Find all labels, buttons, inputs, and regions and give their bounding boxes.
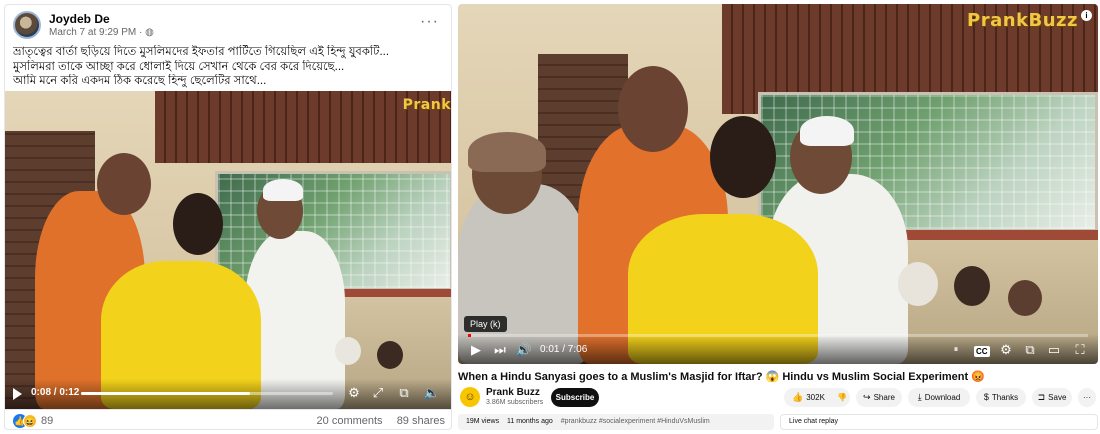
autoplay-toggle-icon[interactable]: ⏸: [946, 344, 966, 355]
background-person: [377, 341, 403, 369]
globe-icon: · ◍: [139, 27, 154, 38]
video-progress-bar[interactable]: [81, 392, 333, 395]
more-actions-icon[interactable]: ···: [1078, 388, 1096, 407]
background-person: [335, 337, 361, 365]
post-header: Joydeb De March 7 at 9:29 PM · ◍ ···: [13, 11, 445, 41]
download-label: Download: [924, 393, 961, 402]
video-time: 0:01 / 7:06: [540, 344, 588, 355]
play-icon[interactable]: [13, 388, 22, 400]
save-button[interactable]: ⊐ Save: [1032, 388, 1072, 407]
upload-age: 11 months ago: [506, 418, 553, 425]
author-avatar[interactable]: [13, 11, 41, 39]
caption-line: মুসলিমরা তাকে আচ্ছা করে ধোলাই দিয়ে সেখা…: [13, 60, 345, 73]
volume-icon[interactable]: 🔊: [514, 342, 534, 358]
person-head: [173, 193, 223, 255]
info-icon[interactable]: i: [1081, 10, 1092, 21]
comparison-screenshot: Joydeb De March 7 at 9:29 PM · ◍ ··· ভ্র…: [0, 0, 1100, 434]
prayer-cap: [468, 132, 546, 172]
facebook-video-player[interactable]: Prank 0:08 / 0:12 ⚙ ⤢ ⧉ 🔈: [5, 91, 451, 409]
post-timestamp[interactable]: March 7 at 9:29 PM · ◍: [49, 27, 154, 38]
subscriber-count: 3.86M subscribers: [486, 399, 544, 406]
caption-line: ভ্রাতৃত্বের বার্তা ছড়িয়ে দিতে মুসলিমদে…: [13, 46, 390, 58]
settings-icon[interactable]: ⚙: [996, 342, 1016, 358]
thumbs-up-icon[interactable]: 👍: [792, 392, 803, 402]
channel-row: ☺ Prank Buzz 3.86M subscribers Subscribe…: [458, 386, 1098, 410]
thanks-button[interactable]: $ Thanks: [976, 388, 1026, 407]
fullscreen-icon[interactable]: ⤢: [369, 385, 387, 401]
description-box[interactable]: 19M views 11 months ago #prankbuzz #soci…: [458, 414, 774, 430]
next-icon[interactable]: ⏭: [490, 342, 510, 358]
video-progress-fill: [81, 392, 250, 395]
video-time: 0:08 / 0:12: [31, 387, 80, 398]
share-button[interactable]: ↪ Share: [856, 388, 902, 407]
haha-icon[interactable]: 😆: [23, 414, 37, 428]
channel-avatar[interactable]: ☺: [460, 387, 480, 407]
download-icon: ⤓: [917, 392, 922, 402]
post-stats: 20 comments 89 shares: [317, 415, 445, 427]
bookmark-icon: ⊐: [1037, 392, 1046, 402]
share-label: Share: [873, 393, 895, 402]
video-controls: ▶ ⏭ 🔊 0:01 / 7:06 ⏸ CC ⚙ ⧉ ▭ ⛶: [458, 334, 1098, 364]
video-watermark: PrankBuzz: [967, 10, 1078, 31]
like-count: 302K: [806, 393, 825, 402]
hashtags[interactable]: #prankbuzz #socialexperiment #HinduVsMus…: [561, 418, 710, 425]
cc-icon[interactable]: CC: [974, 346, 990, 357]
post-date[interactable]: March 7 at 9:29 PM: [49, 27, 136, 38]
subscribe-button[interactable]: Subscribe: [551, 388, 599, 407]
miniplayer-icon[interactable]: ⧉: [1020, 342, 1040, 358]
post-caption: ভ্রাতৃত্বের বার্তা ছড়িয়ে দিতে মুসলিমদে…: [13, 45, 445, 89]
video-progress-fill: [468, 334, 472, 337]
volume-icon[interactable]: 🔈: [423, 385, 441, 401]
channel-name[interactable]: Prank Buzz: [486, 387, 540, 398]
video-watermark: Prank: [402, 97, 451, 113]
video-title: When a Hindu Sanyasi goes to a Muslim's …: [458, 371, 985, 383]
person-head: [97, 153, 151, 215]
like-dislike-button[interactable]: 👍 302K 👎: [784, 388, 850, 407]
theater-icon[interactable]: ▭: [1044, 342, 1064, 358]
thanks-icon: $: [983, 392, 989, 402]
settings-icon[interactable]: ⚙: [345, 385, 363, 401]
video-progress-bar[interactable]: [468, 334, 1088, 337]
shares-count[interactable]: 89 shares: [397, 415, 445, 427]
play-tooltip: Play (k): [464, 316, 507, 332]
author-name[interactable]: Joydeb De: [49, 12, 110, 26]
background-person: [954, 266, 990, 306]
reaction-count[interactable]: 89: [41, 415, 53, 427]
person-head: [710, 116, 776, 198]
post-footer: 👍 😆 89 20 comments 89 shares: [5, 409, 451, 429]
person-head: [618, 66, 688, 152]
background-person: [1008, 280, 1042, 316]
background-person: [898, 262, 938, 306]
facebook-post: Joydeb De March 7 at 9:29 PM · ◍ ··· ভ্র…: [4, 4, 452, 430]
picture-in-picture-icon[interactable]: ⧉: [395, 385, 413, 401]
prayer-cap: [800, 116, 854, 146]
prayer-cap: [263, 179, 303, 201]
live-chat-replay[interactable]: Live chat replay: [780, 414, 1098, 430]
youtube-watch-page: PrankBuzz i Play (k) ▶ ⏭ 🔊 0:01 / 7:06 ⏸…: [458, 4, 1098, 430]
more-horizontal-icon[interactable]: ···: [420, 13, 439, 31]
comments-count[interactable]: 20 comments: [317, 415, 383, 427]
thanks-label: Thanks: [991, 393, 1019, 402]
save-label: Save: [1048, 393, 1067, 402]
share-icon: ↪: [863, 392, 871, 402]
youtube-video-player[interactable]: PrankBuzz i Play (k) ▶ ⏭ 🔊 0:01 / 7:06 ⏸…: [458, 4, 1098, 364]
download-button[interactable]: ⤓ Download: [908, 388, 970, 407]
thumbs-down-icon[interactable]: 👎: [837, 393, 847, 402]
caption-line: আমি মনে করি একদম ঠিক করেছে হিন্দু ছেলেটি…: [13, 75, 267, 87]
fullscreen-icon[interactable]: ⛶: [1070, 342, 1090, 358]
view-count: 19M views: [466, 418, 500, 425]
play-icon[interactable]: ▶: [466, 342, 486, 358]
video-controls: 0:08 / 0:12 ⚙ ⤢ ⧉ 🔈: [5, 379, 451, 409]
